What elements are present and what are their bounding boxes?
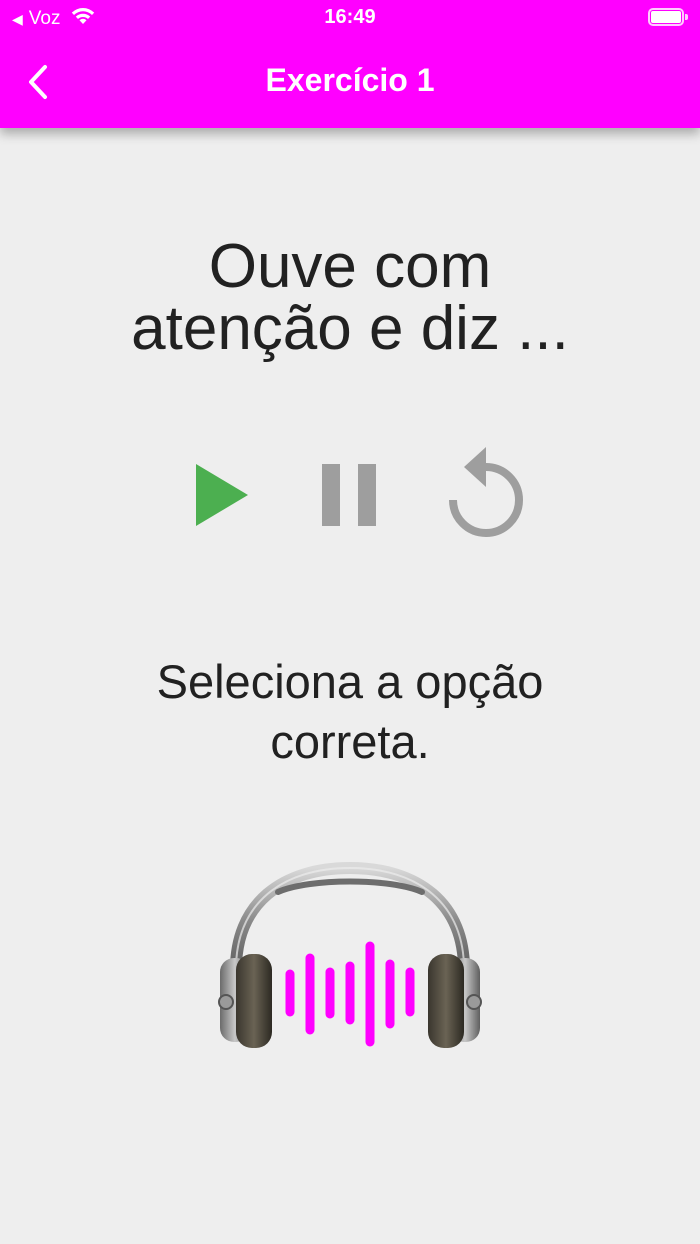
- replay-icon: [449, 447, 523, 537]
- battery-icon: [648, 8, 688, 26]
- navigation-bar: Exercício 1: [0, 36, 700, 128]
- play-button[interactable]: [192, 460, 252, 530]
- exercise-screen: ◀ Voz 16:49 Exercício 1 Ouve com atenção…: [0, 0, 700, 1244]
- audio-controls: [0, 444, 700, 540]
- instruction-line-1: Ouve com: [208, 232, 492, 301]
- app-header: ◀ Voz 16:49 Exercício 1: [0, 0, 700, 128]
- prompt-line-1: Seleciona a opção: [156, 655, 544, 708]
- status-time: 16:49: [324, 6, 376, 28]
- play-icon: [196, 464, 248, 526]
- prompt-line-2: correta.: [270, 715, 430, 768]
- instruction-line-2: atenção e diz ...: [131, 294, 569, 363]
- status-bar: ◀ Voz 16:49: [0, 0, 700, 36]
- replay-button[interactable]: [440, 444, 530, 540]
- select-option-prompt: Seleciona a opção correta.: [80, 652, 620, 772]
- instruction-text: Ouve com atenção e diz ...: [50, 236, 650, 360]
- headphones-soundwave-icon[interactable]: [214, 861, 486, 1054]
- page-title: Exercício 1: [265, 62, 435, 98]
- pause-icon: [322, 464, 376, 526]
- pause-button[interactable]: [318, 460, 380, 530]
